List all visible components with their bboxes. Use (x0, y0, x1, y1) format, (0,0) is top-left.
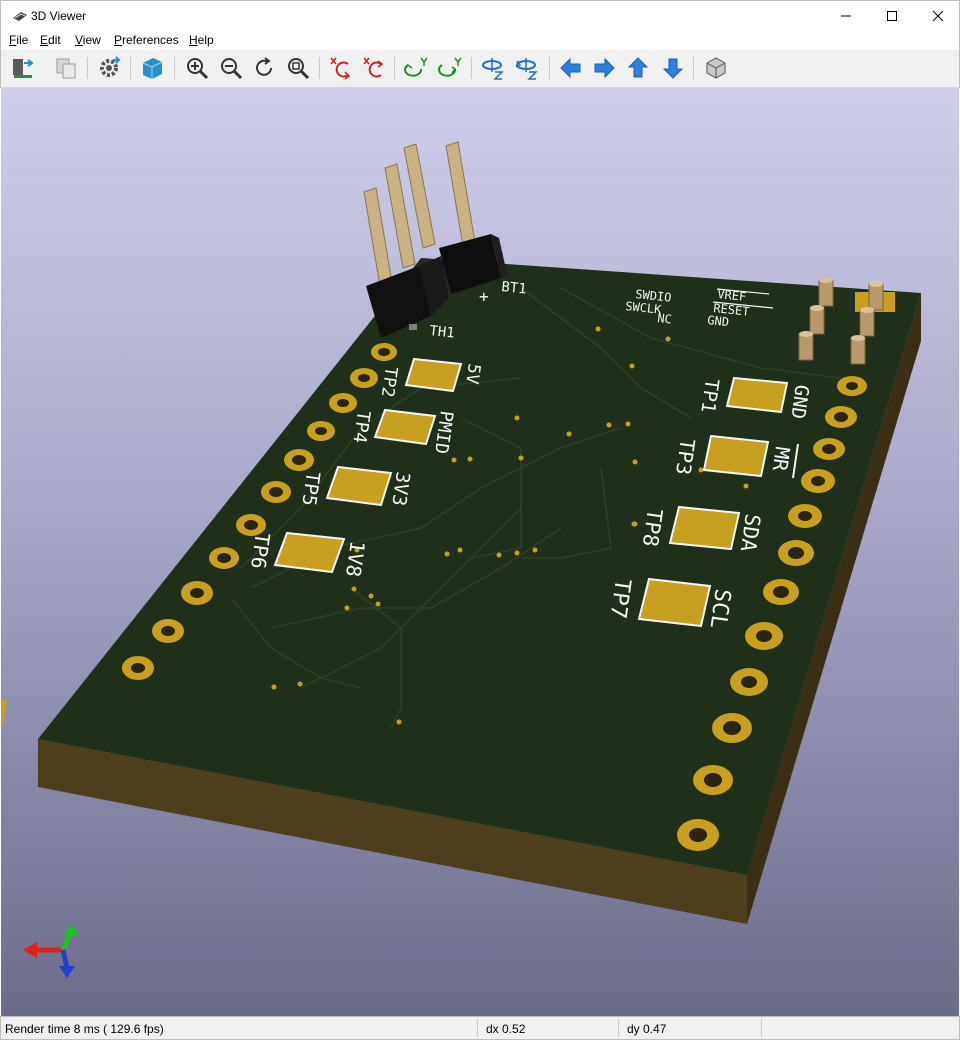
render-time-status: Render time 8 ms ( 129.6 fps) (5, 1022, 164, 1036)
raytrace-button[interactable] (138, 54, 166, 82)
dx-status: dx 0.52 (486, 1022, 526, 1036)
testpoint-tp8: TP8 SDA (638, 505, 765, 554)
minimize-button[interactable] (823, 1, 869, 31)
move-up-icon (627, 57, 649, 78)
toolbar-separator (319, 57, 320, 79)
move-right-icon (594, 57, 615, 79)
3d-viewport[interactable]: BT1 TH1 + SWDIO SWCLK NC VREF RESET GND … (1, 88, 959, 1016)
status-bar: Render time 8 ms ( 129.6 fps) dx 0.52 dy… (0, 1016, 960, 1040)
rotate-y-cw-icon (438, 57, 462, 77)
rotate-z-ccw-icon (482, 58, 504, 80)
rotate-y-cw-button[interactable] (436, 54, 464, 82)
raytrace-icon (142, 58, 163, 79)
axis-orientation-gizmo (23, 924, 79, 978)
swd-left-label: NC (657, 311, 673, 326)
menu-bar: File Edit View Preferences Help (0, 31, 960, 50)
move-down-button[interactable] (659, 54, 687, 82)
menu-view[interactable]: View (75, 33, 101, 47)
zoom-in-icon (187, 58, 209, 80)
app-icon (13, 12, 27, 21)
copy-image-icon (56, 58, 76, 79)
zoom-in-button[interactable] (183, 54, 211, 82)
tp-ref: TP3 (671, 437, 700, 476)
menu-edit[interactable]: Edit (40, 33, 61, 47)
rotate-y-ccw-button[interactable] (402, 54, 430, 82)
zoom-fit-button[interactable] (284, 54, 312, 82)
close-icon (932, 10, 944, 22)
move-right-button[interactable] (590, 54, 618, 82)
toolbar-separator (394, 57, 395, 79)
tp-net: 5V (461, 362, 484, 385)
close-button[interactable] (915, 1, 960, 31)
maximize-button[interactable] (869, 1, 915, 31)
pcb-scene: BT1 TH1 + SWDIO SWCLK NC VREF RESET GND … (1, 141, 921, 978)
redraw-button[interactable] (250, 54, 278, 82)
zoom-out-button[interactable] (217, 54, 245, 82)
tp-net: MR (768, 445, 795, 473)
maximize-icon (887, 11, 897, 21)
zoom-fit-icon (288, 58, 310, 80)
status-separator (477, 1019, 478, 1037)
rotate-z-cw-icon (515, 58, 538, 80)
status-separator (761, 1019, 762, 1037)
settings-button[interactable] (95, 54, 123, 82)
rotate-x-ccw-button[interactable] (327, 54, 355, 82)
tp-ref: TP6 (246, 531, 275, 570)
rotate-z-cw-button[interactable] (513, 54, 541, 82)
ortho-toggle-button[interactable] (702, 54, 730, 82)
move-down-icon (662, 58, 684, 79)
zoom-out-icon (221, 58, 243, 80)
title-bar: 3D Viewer (0, 0, 960, 31)
window-title: 3D Viewer (31, 9, 87, 23)
dy-status: dy 0.47 (627, 1022, 667, 1036)
menu-preferences[interactable]: Preferences (114, 33, 179, 47)
rotate-x-ccw-icon (330, 57, 351, 80)
settings-icon (100, 56, 121, 77)
reload-board-button[interactable] (9, 54, 37, 82)
bt1-label: BT1 (501, 279, 528, 298)
reload-board-icon (13, 59, 34, 78)
rotate-z-ccw-button[interactable] (479, 54, 507, 82)
toolbar (0, 50, 960, 88)
tp-ref: TP4 (349, 409, 374, 444)
ortho-toggle-icon (706, 57, 726, 79)
menu-help[interactable]: Help (189, 33, 214, 47)
redraw-icon (256, 57, 272, 76)
rotate-y-ccw-icon (404, 57, 428, 77)
toolbar-separator (87, 57, 88, 79)
rotate-x-cw-button[interactable] (360, 54, 388, 82)
menu-file[interactable]: File (9, 33, 28, 47)
plus-label: + (479, 287, 489, 306)
minimize-icon (841, 15, 851, 17)
copy-image-button[interactable] (52, 54, 80, 82)
tp-ref: TP2 (377, 365, 401, 398)
toolbar-separator (549, 57, 550, 79)
toolbar-separator (471, 57, 472, 79)
move-up-button[interactable] (624, 54, 652, 82)
toolbar-separator (130, 57, 131, 79)
status-separator (618, 1019, 619, 1037)
square-pad (1, 700, 8, 726)
toolbar-separator (174, 57, 175, 79)
move-left-button[interactable] (557, 54, 585, 82)
move-left-icon (560, 57, 581, 79)
tp-net: 1V8 (341, 539, 370, 578)
swd-right-label: GND (707, 313, 730, 329)
th1-label: TH1 (429, 323, 456, 342)
toolbar-separator (693, 57, 694, 79)
testpoint-tp5: TP5 3V3 (297, 465, 414, 507)
rotate-x-cw-icon (363, 57, 384, 78)
